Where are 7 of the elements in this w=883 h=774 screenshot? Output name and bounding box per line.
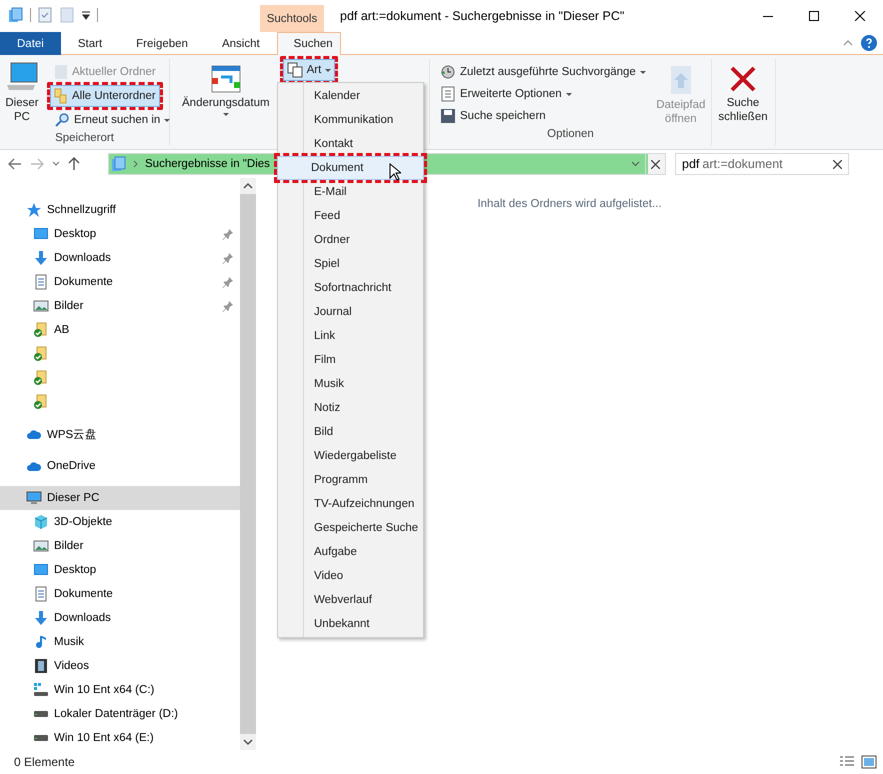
address-path: Suchergebnisse in "Dies: [145, 158, 270, 170]
loading-message: Inhalt des Ordners wird aufgelistet...: [477, 198, 662, 212]
group-label: Speicherort: [54, 132, 115, 145]
context-tab-label: Suchtools: [260, 5, 324, 32]
item-count: 0 Elemente: [14, 755, 75, 769]
group-label: Optionen: [546, 128, 595, 142]
window-title: pdf art:=dokument - Suchergebnisse in "Dieser PC": [339, 9, 626, 25]
